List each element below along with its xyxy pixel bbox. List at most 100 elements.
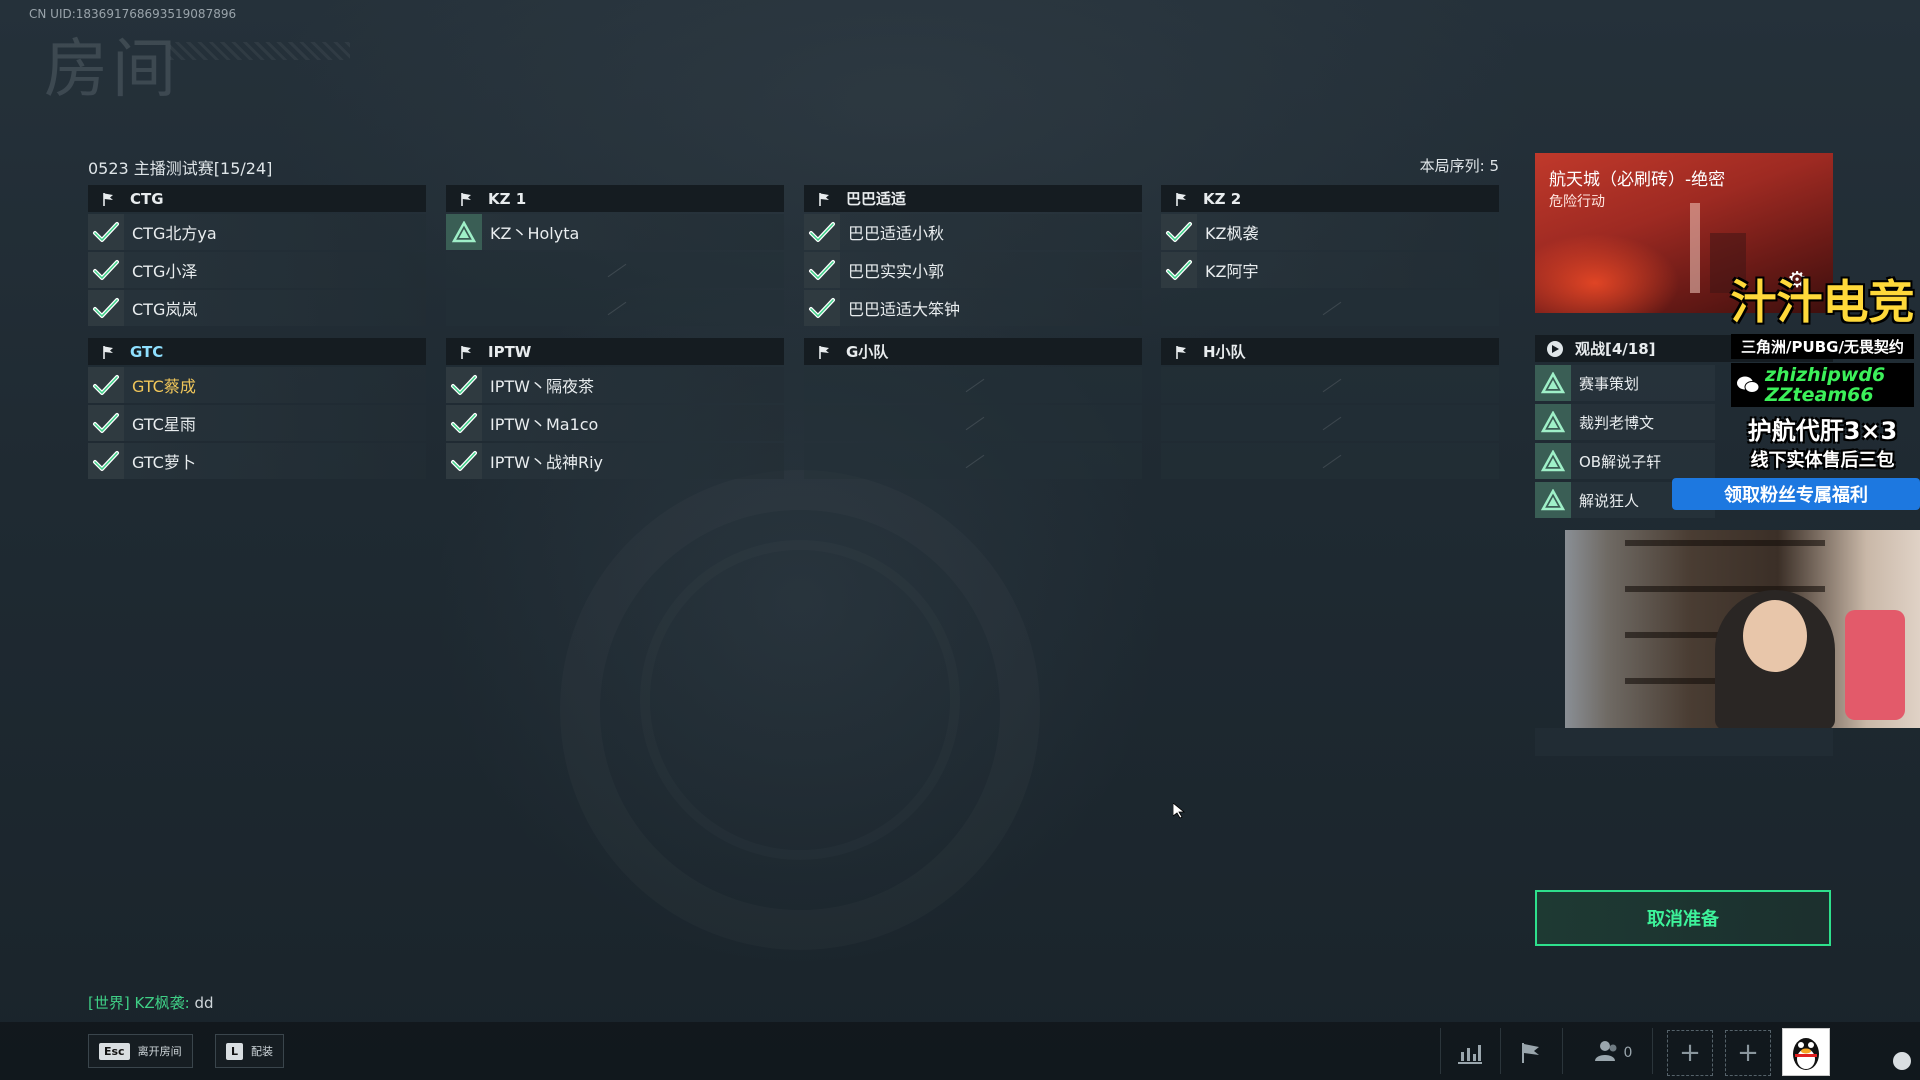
player-slot[interactable]: KZ丶Holyta [446,214,784,250]
player-name: GTC萝卜 [132,453,196,472]
team-header[interactable]: KZ 1 [446,185,784,212]
player-slot[interactable]: CTG北方ya [88,214,426,250]
esc-key-cap: Esc [99,1042,130,1060]
team-header[interactable]: GTC [88,338,426,365]
player-name: 巴巴适适大笨钟 [848,300,961,319]
player-slot[interactable]: GTC蔡成 [88,367,426,403]
player-slot[interactable]: 巴巴实实小郭 [804,252,1142,288]
flag-icon [818,192,832,206]
empty-slot[interactable] [446,290,784,326]
round-order: 本局序列: 5 [1419,157,1499,175]
empty-slot[interactable] [804,405,1142,441]
flag-icon [818,345,832,359]
cancel-ready-button[interactable]: 取消准备 [1535,890,1831,946]
invite-slot-button[interactable]: + [1667,1030,1713,1076]
qq-avatar-icon[interactable] [1782,1028,1830,1076]
flag-icon[interactable] [1514,1036,1548,1070]
check-icon [446,443,482,479]
triangle-rank-icon [446,214,482,250]
spectator-row[interactable]: 裁判老博文 [1535,404,1715,440]
leave-room-button[interactable]: Esc 离开房间 [88,1034,193,1068]
player-slot[interactable]: GTC星雨 [88,405,426,441]
team-header[interactable]: KZ 2 [1161,185,1499,212]
loadout-button[interactable]: L 配装 [215,1034,285,1068]
player-slot[interactable]: IPTW丶Ma1co [446,405,784,441]
leave-room-label: 离开房间 [137,1045,182,1058]
player-slot[interactable]: CTG岚岚 [88,290,426,326]
team-name: 巴巴适适 [846,190,907,208]
player-slot[interactable]: IPTW丶战神Riy [446,443,784,479]
triangle-rank-icon [1535,443,1571,479]
ad-wechat-id-1: zhizhipwd6 [1765,364,1886,386]
spectator-row[interactable]: 赛事策划 [1535,365,1715,401]
player-name: CTG北方ya [132,224,217,243]
settings-corner-icon[interactable] [1893,1052,1911,1070]
player-slot[interactable]: CTG小泽 [88,252,426,288]
empty-slot-mark [1322,301,1342,316]
team-header[interactable]: IPTW [446,338,784,365]
spectator-empty-row [1535,728,1833,756]
spectator-name: 赛事策划 [1579,374,1640,393]
check-icon [88,405,124,441]
chat-channel[interactable]: [世界] [88,994,130,1012]
empty-slot[interactable] [1161,367,1499,403]
friends-icon [1594,1040,1620,1066]
flag-icon [1175,345,1189,359]
chat-author[interactable]: KZ枫袭: [135,994,190,1012]
friends-button[interactable]: 0 [1585,1036,1641,1070]
map-art [1690,203,1700,293]
team-panel: IPTW IPTW丶隔夜茶 IPTW丶Ma1co IPTW丶战神Riy [446,338,784,479]
webcam-overlay [1565,530,1920,728]
empty-slot-mark [965,416,985,431]
team-panel: CTG CTG北方ya CTG小泽 CTG岚岚 [88,185,426,326]
map-mode: 危险行动 [1549,194,1605,210]
ad-service: 护航代肝3×3 [1747,417,1898,445]
check-icon [88,443,124,479]
empty-slot[interactable] [1161,290,1499,326]
check-icon [804,214,840,250]
team-name: CTG [130,189,164,208]
invite-slot-button[interactable]: + [1725,1030,1771,1076]
ad-wechat: zhizhipwd6 ZZteam66 [1731,363,1914,407]
player-slot[interactable]: KZ阿宇 [1161,252,1499,288]
player-slot[interactable]: 巴巴适适小秋 [804,214,1142,250]
empty-slot[interactable] [804,367,1142,403]
flag-icon [102,192,116,206]
map-name: 航天城（必刷砖）-绝密 [1549,170,1726,190]
spectator-name: OB解说子轩 [1579,452,1662,471]
empty-slot[interactable] [1161,405,1499,441]
bottom-separator [1562,1028,1563,1074]
team-name: H小队 [1203,343,1246,361]
mouse-cursor [1172,802,1186,823]
empty-slot[interactable] [1161,443,1499,479]
player-slot[interactable]: GTC萝卜 [88,443,426,479]
plus-icon: + [1679,1038,1701,1068]
empty-slot-mark [1322,378,1342,393]
fan-benefit-button[interactable]: 领取粉丝专属福利 [1672,478,1920,510]
team-header[interactable]: CTG [88,185,426,212]
player-slot[interactable]: IPTW丶隔夜茶 [446,367,784,403]
stats-icon[interactable] [1453,1036,1487,1070]
player-slot[interactable]: KZ枫袭 [1161,214,1499,250]
player-name: CTG岚岚 [132,300,198,319]
team-panel: H小队 [1161,338,1499,479]
team-header[interactable]: 巴巴适适 [804,185,1142,212]
player-slot[interactable]: 巴巴适适大笨钟 [804,290,1142,326]
check-icon [88,290,124,326]
empty-slot-mark [965,378,985,393]
spectator-header-label: 观战[4/18] [1575,340,1656,358]
team-name: KZ 1 [488,189,527,208]
team-header[interactable]: H小队 [1161,338,1499,365]
team-header[interactable]: G小队 [804,338,1142,365]
empty-slot-mark [607,263,627,278]
ad-games: 三角洲/PUBG/无畏契约 [1731,334,1914,359]
flag-icon [460,345,474,359]
empty-slot[interactable] [804,443,1142,479]
ad-brand: 汁汁电竞 [1730,275,1915,329]
player-name: 巴巴实实小郭 [848,262,945,281]
team-name: IPTW [488,342,532,361]
chat-message: [世界] KZ枫袭: dd [88,992,214,1013]
empty-slot[interactable] [446,252,784,288]
spectator-row[interactable]: OB解说子轩 [1535,443,1715,479]
empty-slot-mark [1322,454,1342,469]
